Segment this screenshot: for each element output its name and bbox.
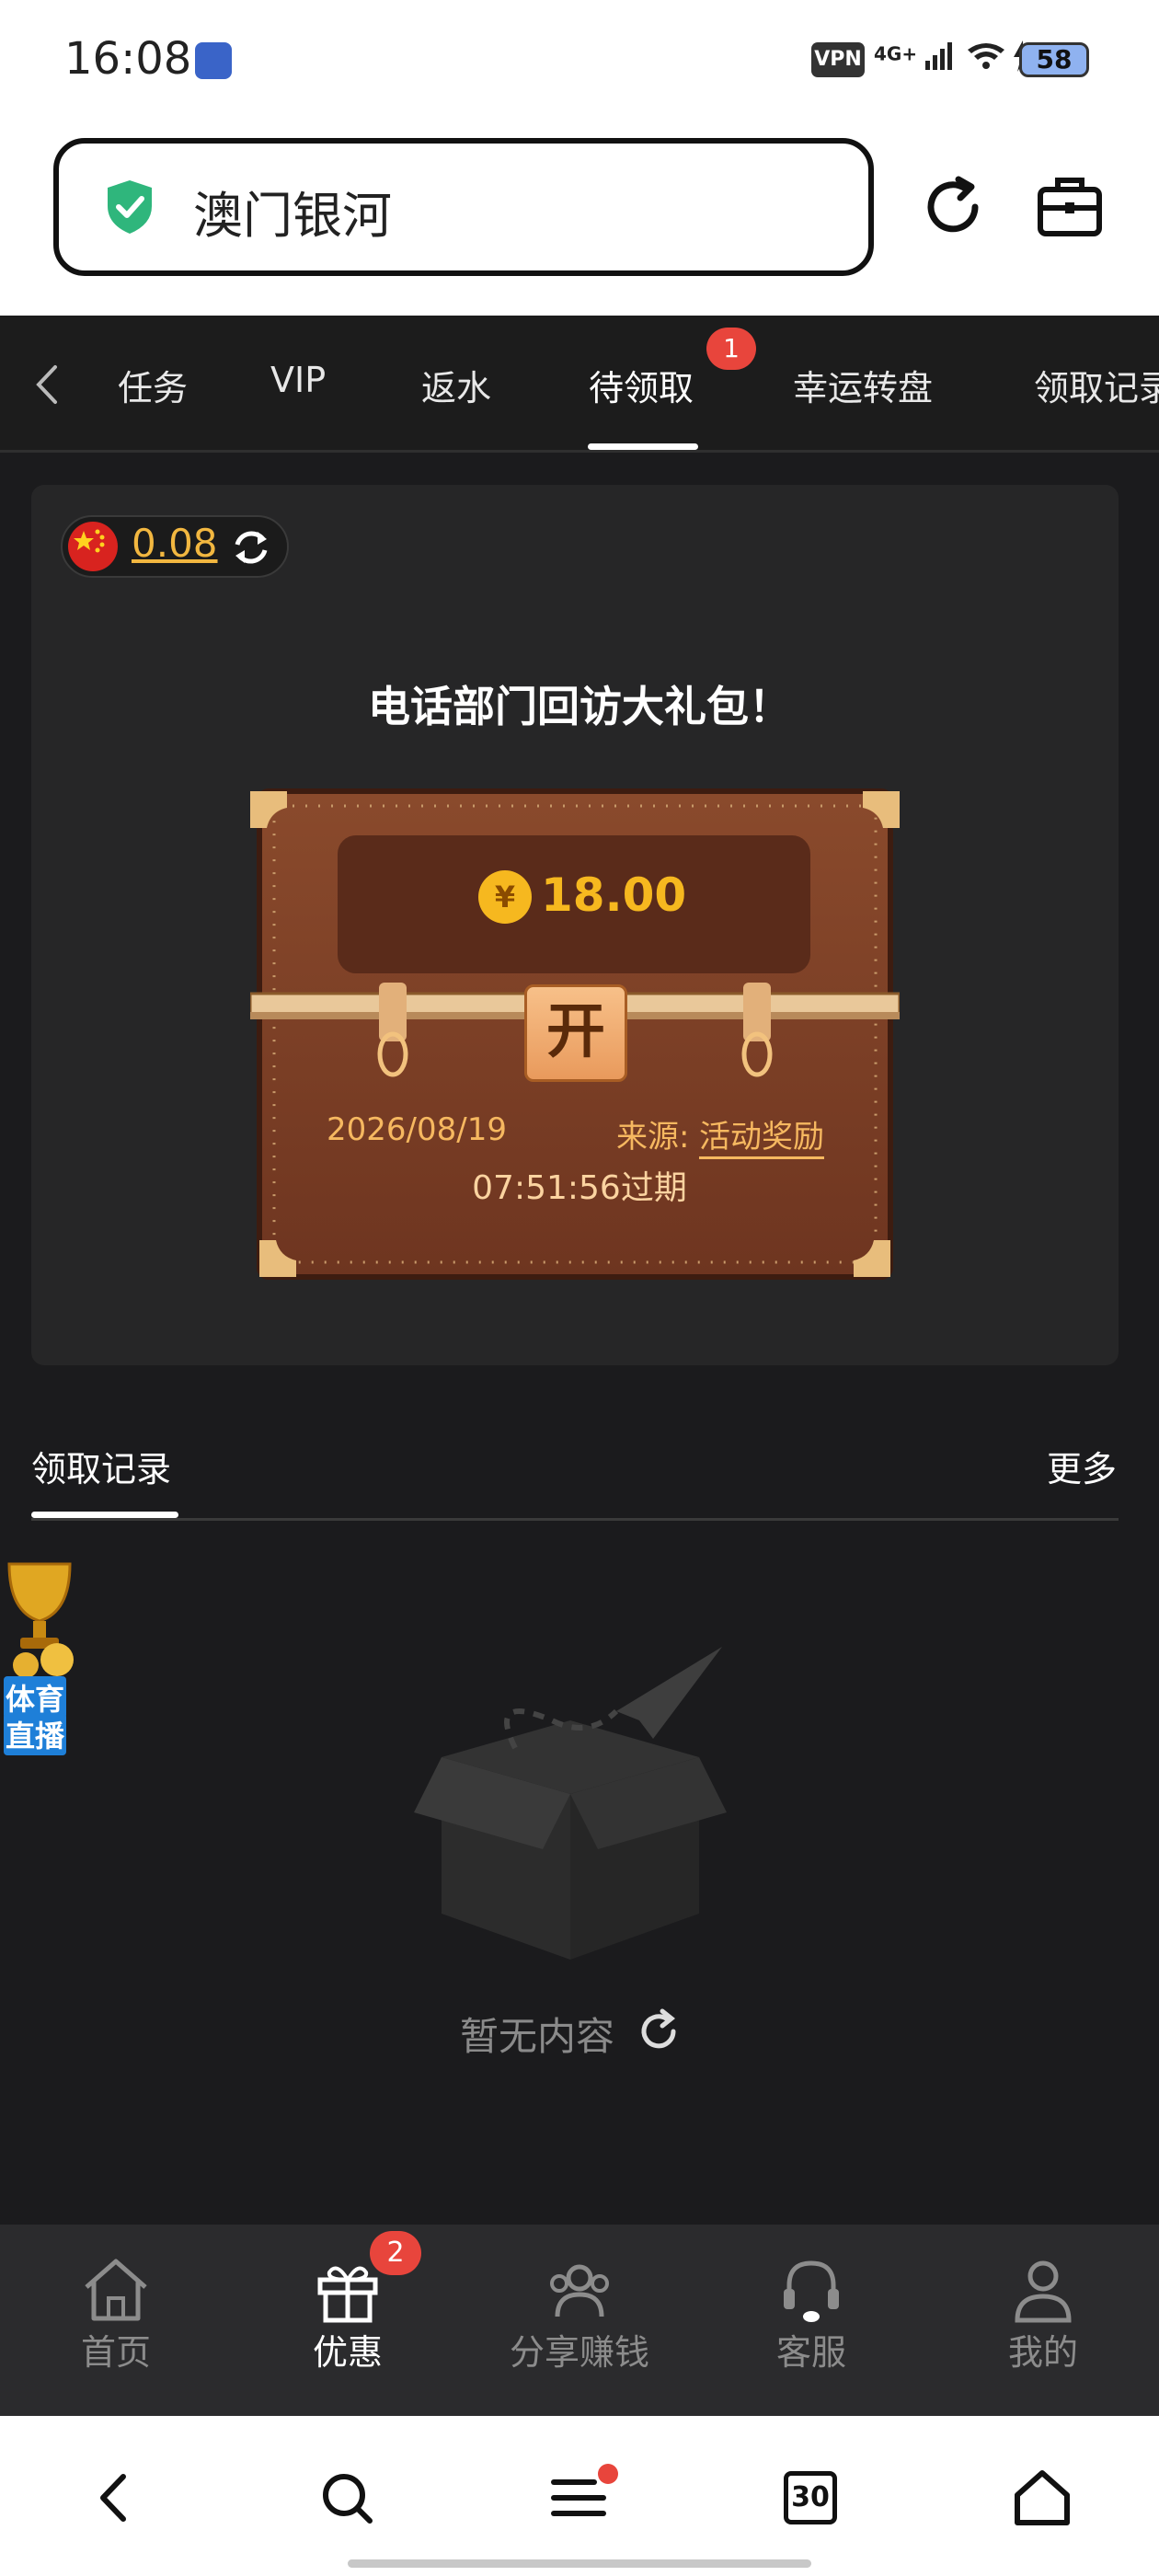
headset-icon bbox=[784, 2260, 839, 2322]
battery-indicator: 58 bbox=[1019, 42, 1089, 77]
network-indicator: 4G+ bbox=[874, 37, 1043, 74]
tab-rebate[interactable]: 返水 bbox=[421, 360, 491, 410]
user-icon bbox=[1015, 2260, 1072, 2323]
refresh-icon[interactable] bbox=[635, 2007, 683, 2055]
tabs-count: 30 bbox=[784, 2471, 837, 2524]
empty-state-text: 暂无内容 bbox=[460, 2014, 615, 2059]
open-chest-button[interactable]: 开 bbox=[524, 984, 627, 1082]
gift-amount: 18.00 bbox=[541, 868, 687, 922]
reload-icon[interactable] bbox=[916, 170, 990, 244]
app-notification-icon bbox=[195, 42, 232, 79]
gift-title: 电话部门回访大礼包！ bbox=[368, 682, 791, 731]
tab-badge: 1 bbox=[706, 328, 756, 370]
menu-notification-dot bbox=[598, 2464, 618, 2484]
nav-share-earn[interactable]: 分享赚钱 bbox=[497, 2252, 662, 2375]
active-tab-underline bbox=[588, 443, 698, 450]
sports-live-label-2: 直播 bbox=[4, 1713, 67, 1755]
gift-date: 2026/08/19 bbox=[327, 1111, 507, 1148]
vpn-badge: VPN bbox=[811, 42, 865, 77]
tab-claim-records[interactable]: 领取记录 bbox=[1034, 360, 1159, 410]
records-more-link[interactable]: 更多 bbox=[1047, 1441, 1117, 1491]
gift-expire: 07:51:56过期 bbox=[472, 1169, 687, 1207]
tab-tasks[interactable]: 任务 bbox=[118, 360, 188, 410]
address-bar[interactable] bbox=[53, 138, 874, 276]
back-icon[interactable] bbox=[83, 2466, 147, 2530]
toolbox-icon[interactable] bbox=[1036, 173, 1104, 239]
nav-home[interactable]: 首页 bbox=[33, 2252, 199, 2375]
home-page-icon[interactable] bbox=[1010, 2466, 1074, 2530]
promo-tabs: 任务 VIP 返水 待领取 幸运转盘 领取记录 bbox=[0, 316, 1159, 453]
empty-box-icon bbox=[414, 1647, 727, 1960]
records-divider bbox=[31, 1518, 1119, 1521]
tabs-count-button[interactable]: 30 bbox=[778, 2466, 843, 2530]
network-type: 4G+ bbox=[874, 42, 918, 65]
tab-pending[interactable]: 待领取 bbox=[589, 360, 694, 410]
balance-value: 0.08 bbox=[132, 521, 218, 566]
chevron-left-icon[interactable] bbox=[31, 363, 63, 406]
promotions-badge: 2 bbox=[370, 2231, 421, 2275]
records-title[interactable]: 领取记录 bbox=[31, 1441, 171, 1491]
status-time: 16:08 bbox=[64, 33, 192, 85]
china-flag-icon bbox=[68, 522, 118, 571]
share-users-icon bbox=[550, 2264, 609, 2317]
site-title: 澳门银河 bbox=[193, 187, 392, 245]
gift-source-link[interactable]: 活动奖励 bbox=[699, 1111, 824, 1159]
refresh-balance-icon[interactable] bbox=[228, 524, 274, 570]
yuan-coin-icon: ¥ bbox=[478, 870, 532, 924]
tab-lucky-wheel[interactable]: 幸运转盘 bbox=[793, 360, 933, 410]
tab-vip[interactable]: VIP bbox=[270, 360, 326, 400]
gift-source-label: 来源: bbox=[616, 1119, 690, 1156]
shield-check-icon bbox=[108, 180, 152, 234]
records-underline bbox=[31, 1512, 178, 1518]
nav-support[interactable]: 客服 bbox=[729, 2252, 894, 2375]
home-icon bbox=[85, 2259, 147, 2321]
gesture-home-indicator[interactable] bbox=[348, 2559, 811, 2568]
nav-profile[interactable]: 我的 bbox=[960, 2252, 1126, 2375]
search-icon[interactable] bbox=[315, 2466, 379, 2530]
